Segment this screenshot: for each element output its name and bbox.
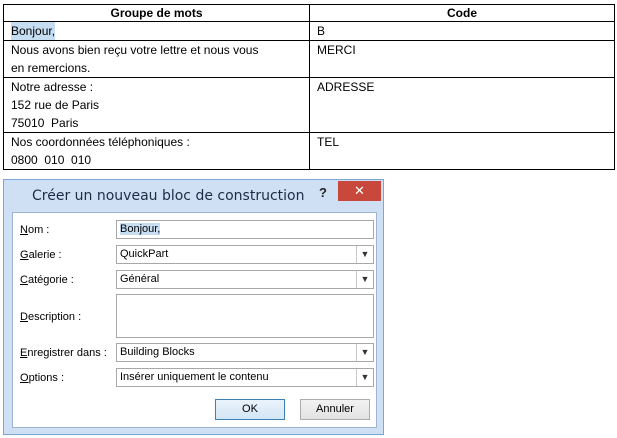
help-icon[interactable]: ?	[316, 184, 330, 202]
gallery-select[interactable]: QuickPart ▼	[116, 245, 374, 264]
cell-line: 0800 010 010	[11, 153, 92, 167]
cell-line: Nous avons bien reçu votre lettre et nou…	[11, 43, 259, 57]
name-input[interactable]: Bonjour,	[116, 220, 374, 239]
chevron-down-icon[interactable]: ▼	[356, 369, 373, 386]
table-row: Nous avons bien reçu votre lettre et nou…	[3, 40, 615, 78]
cell-code[interactable]: MERCI	[309, 40, 615, 78]
create-building-block-dialog: Créer un nouveau bloc de construction ? …	[3, 179, 384, 435]
dialog-title: Créer un nouveau bloc de construction	[32, 188, 305, 204]
table-row: Bonjour, B	[3, 21, 615, 41]
chevron-down-icon[interactable]: ▼	[356, 271, 373, 288]
description-label: Description :	[20, 311, 82, 323]
cell-group[interactable]: Notre adresse : 152 rue de Paris 75010 P…	[3, 77, 310, 133]
dialog-titlebar[interactable]: Créer un nouveau bloc de construction ? …	[4, 180, 383, 212]
cell-line: Bonjour,	[11, 22, 56, 40]
name-label: Nom :	[20, 224, 50, 236]
cell-line: Nos coordonnées téléphoniques :	[11, 135, 190, 149]
cell-group[interactable]: Nos coordonnées téléphoniques : 0800 010…	[3, 132, 310, 170]
cell-code[interactable]: TEL	[309, 132, 615, 170]
table-header-row: Groupe de mots Code	[3, 4, 615, 22]
options-label: Options :	[20, 372, 65, 384]
cell-code[interactable]: ADRESSE	[309, 77, 615, 133]
chevron-down-icon[interactable]: ▼	[356, 344, 373, 361]
cell-code[interactable]: B	[309, 21, 615, 41]
cell-line: Notre adresse :	[11, 80, 94, 94]
cell-line: 152 rue de Paris	[11, 98, 100, 112]
close-button[interactable]: ✕	[338, 181, 381, 201]
description-textarea[interactable]	[116, 294, 374, 338]
chevron-down-icon[interactable]: ▼	[356, 246, 373, 263]
name-input-value: Bonjour,	[120, 223, 161, 235]
gallery-label: Galerie :	[20, 249, 62, 261]
table-row: Notre adresse : 152 rue de Paris 75010 P…	[3, 77, 615, 133]
category-label: Catégorie :	[20, 274, 74, 286]
save-in-value: Building Blocks	[120, 346, 195, 358]
category-select[interactable]: Général ▼	[116, 270, 374, 289]
cell-group[interactable]: Bonjour,	[3, 21, 310, 41]
dialog-body: Nom : Bonjour, Galerie : QuickPart ▼ Cat…	[12, 212, 377, 428]
save-in-label: Enregistrer dans :	[20, 347, 107, 359]
options-value: Insérer uniquement le contenu	[120, 371, 269, 383]
header-code: Code	[309, 4, 615, 22]
cancel-button[interactable]: Annuler	[300, 399, 370, 420]
cell-line: 75010 Paris	[11, 116, 79, 130]
cell-group[interactable]: Nous avons bien reçu votre lettre et nou…	[3, 40, 310, 78]
options-select[interactable]: Insérer uniquement le contenu ▼	[116, 368, 374, 387]
save-in-select[interactable]: Building Blocks ▼	[116, 343, 374, 362]
word-table: Groupe de mots Code Bonjour, B Nous avon…	[3, 4, 615, 170]
gallery-value: QuickPart	[120, 248, 169, 260]
category-value: Général	[120, 273, 160, 285]
table-row: Nos coordonnées téléphoniques : 0800 010…	[3, 132, 615, 170]
ok-button[interactable]: OK	[215, 399, 285, 420]
header-groupe-de-mots: Groupe de mots	[3, 4, 310, 22]
cell-line: en remercions.	[11, 61, 91, 75]
